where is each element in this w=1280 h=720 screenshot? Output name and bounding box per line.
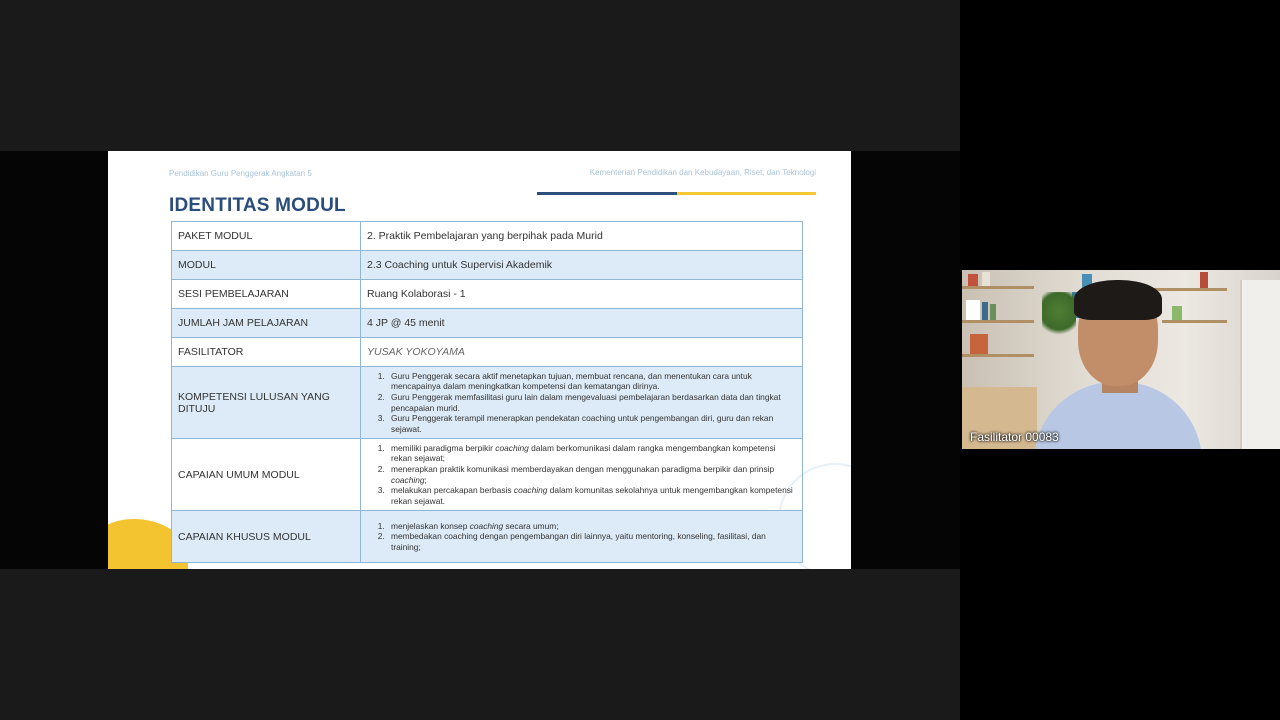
list-item: menerapkan praktik komunikasi memberdaya… [387, 464, 796, 485]
shelf [962, 354, 1034, 357]
list-item: Guru Penggerak secara aktif menetapkan t… [387, 371, 796, 392]
row-value: 4 JP @ 45 menit [360, 308, 803, 338]
list-item: menjelaskan konsep coaching secara umum; [387, 521, 796, 532]
header-line-yellow [677, 192, 816, 195]
shelf [962, 320, 1034, 323]
row-value: 2.3 Coaching untuk Supervisi Akademik [360, 250, 803, 280]
facilitator-name: YUSAK YOKOYAMA [360, 337, 803, 367]
row-label: MODUL [171, 250, 361, 280]
list-item: Guru Penggerak memfasilitasi guru lain d… [387, 392, 796, 413]
letterbox-top [0, 0, 960, 151]
row-label: FASILITATOR [171, 337, 361, 367]
book [1172, 306, 1182, 320]
competency-list: Guru Penggerak secara aktif menetapkan t… [367, 371, 796, 435]
shelf [962, 286, 1034, 289]
row-label: KOMPETENSI LULUSAN YANG DITUJU [171, 366, 361, 439]
door [1240, 280, 1280, 449]
slide-header-right: Kementerian Pendidikan dan Kebudayaan, R… [589, 168, 816, 177]
header-line-blue [537, 192, 677, 195]
book [968, 274, 978, 286]
identitas-modul-table: PAKET MODUL 2. Praktik Pembelajaran yang… [171, 221, 803, 563]
table-row: MODUL 2.3 Coaching untuk Supervisi Akade… [171, 250, 803, 280]
list-item: memiliki paradigma berpikir coaching dal… [387, 443, 796, 464]
row-value: 2. Praktik Pembelajaran yang berpihak pa… [360, 221, 803, 251]
plant [1042, 292, 1076, 340]
table-row: CAPAIAN KHUSUS MODUL menjelaskan konsep … [171, 510, 803, 563]
shelf [1162, 320, 1227, 323]
book [982, 302, 988, 320]
specific-outcome-list: menjelaskan konsep coaching secara umum;… [367, 521, 796, 553]
table-row: FASILITATOR YUSAK YOKOYAMA [171, 337, 803, 367]
table-row: PAKET MODUL 2. Praktik Pembelajaran yang… [171, 221, 803, 251]
row-value-list: menjelaskan konsep coaching secara umum;… [360, 510, 803, 563]
row-value: Ruang Kolaborasi - 1 [360, 279, 803, 309]
participant-name-label: Fasilitator 00083 [970, 430, 1059, 444]
table-row: JUMLAH JAM PELAJARAN 4 JP @ 45 menit [171, 308, 803, 338]
participant-hair [1074, 280, 1162, 320]
letterbox-bottom [0, 569, 960, 720]
table-row: KOMPETENSI LULUSAN YANG DITUJU Guru Peng… [171, 366, 803, 439]
row-label: PAKET MODUL [171, 221, 361, 251]
participant-video-tile[interactable]: Fasilitator 00083 [962, 270, 1280, 449]
table-row: SESI PEMBELAJARAN Ruang Kolaborasi - 1 [171, 279, 803, 309]
book [970, 334, 988, 354]
list-item: membedakan coaching dengan pengembangan … [387, 531, 796, 552]
row-label: JUMLAH JAM PELAJARAN [171, 308, 361, 338]
book [966, 300, 980, 320]
row-label: CAPAIAN KHUSUS MODUL [171, 510, 361, 563]
row-label: SESI PEMBELAJARAN [171, 279, 361, 309]
row-value-list: Guru Penggerak secara aktif menetapkan t… [360, 366, 803, 439]
shared-slide: Pendidikan Guru Penggerak Angkatan 5 Kem… [108, 151, 851, 569]
list-item: melakukan percakapan berbasis coaching d… [387, 485, 796, 506]
book [982, 272, 990, 286]
general-outcome-list: memiliki paradigma berpikir coaching dal… [367, 443, 796, 507]
row-label: CAPAIAN UMUM MODUL [171, 438, 361, 511]
row-value-list: memiliki paradigma berpikir coaching dal… [360, 438, 803, 511]
slide-title: IDENTITAS MODUL [169, 195, 346, 216]
list-item: Guru Penggerak terampil menerapkan pende… [387, 413, 796, 434]
book [1200, 272, 1208, 288]
screen-share-area: Pendidikan Guru Penggerak Angkatan 5 Kem… [0, 0, 960, 720]
table-row: CAPAIAN UMUM MODUL memiliki paradigma be… [171, 438, 803, 511]
book [990, 304, 996, 320]
slide-header-left: Pendidikan Guru Penggerak Angkatan 5 [169, 169, 312, 178]
